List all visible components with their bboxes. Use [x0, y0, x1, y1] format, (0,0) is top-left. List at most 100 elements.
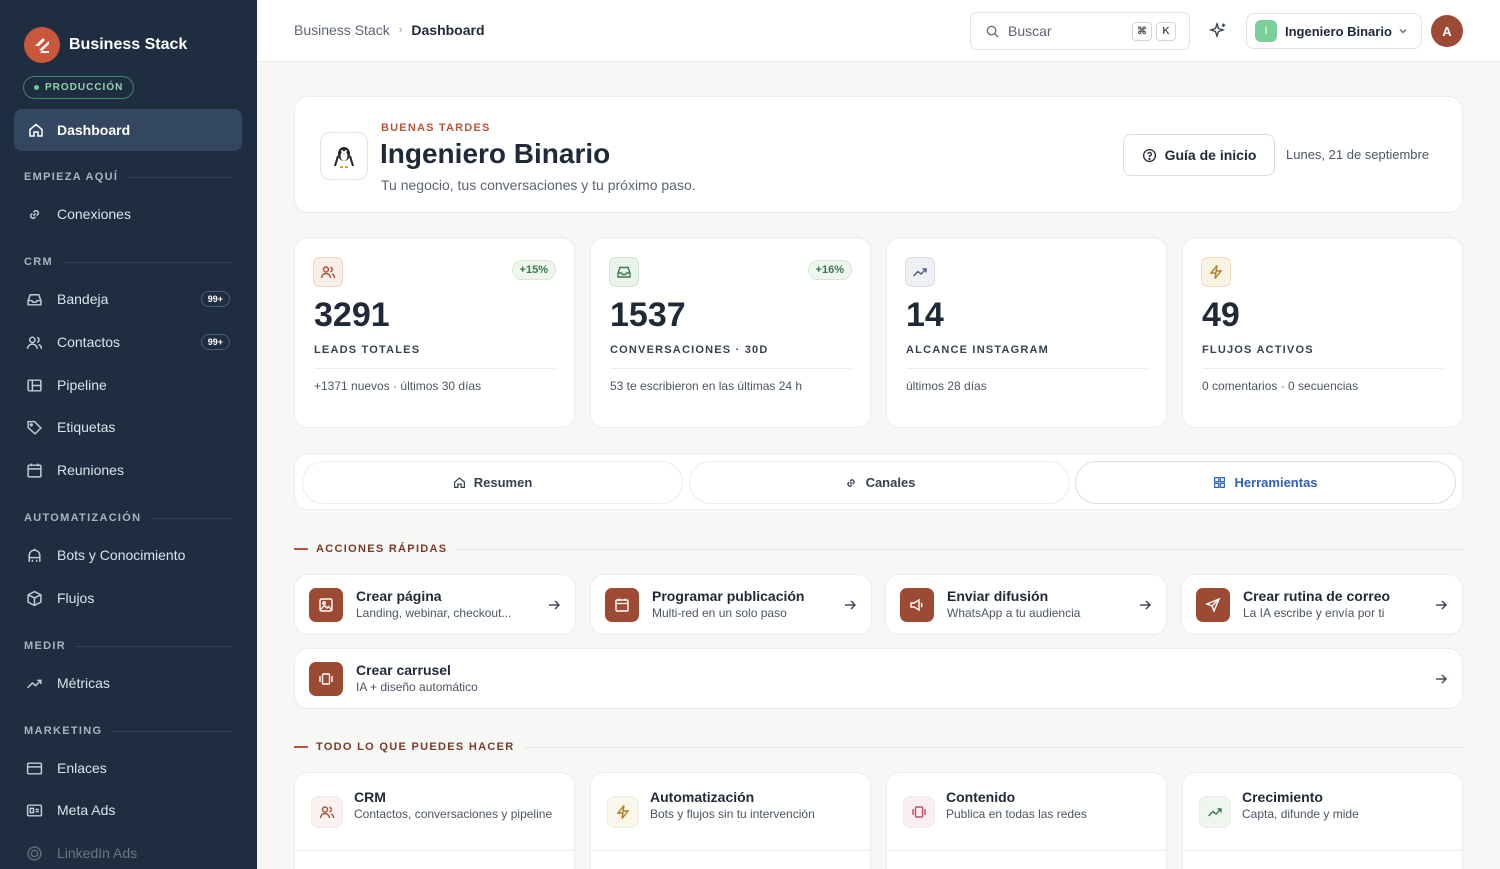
action-title: Crear carrusel	[356, 662, 451, 678]
trending-icon	[27, 679, 42, 688]
divider	[1202, 368, 1443, 369]
view-tabs: Resumen Canales Herramientas	[294, 453, 1463, 510]
sidebar-item-reuniones[interactable]: Reuniones	[26, 458, 232, 482]
section-medir: MEDIR	[24, 640, 232, 652]
top-bar: Business Stack › Dashboard Buscar ⌘ K I …	[257, 0, 1500, 62]
stat-card-flujos[interactable]: 49 FLUJOS ACTIVOS 0 comentarios · 0 secu…	[1182, 237, 1463, 428]
sidebar-item-pipeline[interactable]: Pipeline	[26, 373, 232, 397]
help-circle-icon	[1142, 148, 1156, 162]
feature-card-crecimiento[interactable]: Crecimiento Capta, difunde y mide	[1182, 772, 1463, 869]
stat-label: LEADS TOTALES	[314, 344, 421, 356]
brand-logo-icon	[24, 27, 60, 63]
guide-button[interactable]: Guía de inicio	[1123, 134, 1275, 176]
feature-subtitle: Bots y flujos sin tu intervención	[650, 807, 815, 821]
feature-subtitle: Publica en todas las redes	[946, 807, 1087, 821]
arrow-right-icon	[845, 600, 856, 610]
workspace-name: Ingeniero Binario	[1285, 23, 1392, 39]
divider	[591, 850, 870, 851]
action-enviar-difusion[interactable]: Enviar difusión WhatsApp a tu audiencia	[885, 574, 1167, 635]
sidebar-item-label: Bots y Conocimiento	[57, 547, 186, 563]
action-title: Programar publicación	[652, 588, 805, 604]
action-crear-carrusel[interactable]: Crear carrusel IA + diseño automático	[294, 648, 1463, 709]
action-crear-rutina-correo[interactable]: Crear rutina de correo La IA escribe y e…	[1181, 574, 1463, 635]
section-title: TODO LO QUE PUEDES HACER	[316, 741, 515, 753]
tab-label: Resumen	[473, 475, 533, 490]
breadcrumb-root[interactable]: Business Stack	[294, 22, 390, 38]
sidebar-item-meta-ads[interactable]: Meta Ads	[26, 798, 232, 822]
stat-label: FLUJOS ACTIVOS	[1202, 344, 1314, 356]
divider	[314, 368, 555, 369]
feature-card-crm[interactable]: CRM Contactos, conversaciones y pipeline	[294, 772, 575, 869]
count-badge: 99+	[200, 334, 230, 350]
sidebar-item-enlaces[interactable]: Enlaces	[26, 756, 232, 780]
grid-icon	[1214, 477, 1226, 488]
brand[interactable]: Business Stack	[24, 27, 187, 63]
guide-button-label: Guía de inicio	[1164, 147, 1257, 163]
stat-card-conversaciones[interactable]: +16% 1537 CONVERSACIONES · 30D 53 te esc…	[590, 237, 871, 428]
tab-label: Canales	[865, 475, 916, 490]
divider	[610, 368, 851, 369]
environment-label: PRODUCCIÓN	[45, 82, 124, 93]
bolt-icon	[607, 796, 639, 828]
sidebar-item-linkedin-ads[interactable]: LinkedIn Ads	[26, 841, 232, 865]
action-title: Crear rutina de correo	[1243, 588, 1391, 604]
search-placeholder: Buscar	[1008, 23, 1052, 39]
environment-badge: PRODUCCIÓN	[23, 76, 135, 99]
inbox-icon	[609, 257, 639, 287]
users-icon	[26, 335, 43, 349]
feature-card-contenido[interactable]: Contenido Publica en todas las redes	[886, 772, 1167, 869]
pipeline-icon	[27, 378, 42, 392]
divider	[524, 746, 1464, 748]
delta-badge: +15%	[511, 260, 556, 280]
sparkle-icon[interactable]	[1209, 21, 1229, 41]
sidebar-item-bots[interactable]: Bots y Conocimiento	[26, 543, 232, 567]
shortcut-key: ⌘	[1132, 22, 1152, 41]
sidebar-item-label: Conexiones	[57, 206, 131, 222]
action-subtitle: La IA escribe y envía por ti	[1243, 606, 1385, 620]
user-avatar[interactable]: A	[1431, 15, 1463, 47]
section-label: MARKETING	[24, 725, 103, 737]
sidebar-item-bandeja[interactable]: Bandeja 99+	[26, 287, 232, 311]
tab-canales[interactable]: Canales	[689, 461, 1070, 504]
section-label: AUTOMATIZACIÓN	[24, 512, 142, 524]
count-badge: 99+	[200, 291, 230, 307]
sidebar-item-label: Métricas	[57, 675, 110, 691]
feature-card-automatizacion[interactable]: Automatización Bots y flujos sin tu inte…	[590, 772, 871, 869]
inbox-icon	[27, 293, 42, 306]
sidebar-item-conexiones[interactable]: Conexiones	[26, 202, 232, 226]
home-icon	[29, 123, 43, 137]
sidebar-item-etiquetas[interactable]: Etiquetas	[26, 415, 232, 439]
action-crear-pagina[interactable]: Crear página Landing, webinar, checkout.…	[294, 574, 576, 635]
breadcrumb-separator: ›	[398, 24, 403, 36]
stat-card-instagram[interactable]: 14 ALCANCE INSTAGRAM últimos 28 días	[886, 237, 1167, 428]
page-title: Ingeniero Binario	[380, 138, 611, 169]
trending-icon	[905, 257, 935, 287]
greeting: BUENAS TARDES	[381, 122, 491, 134]
sidebar-item-contactos[interactable]: Contactos 99+	[26, 330, 232, 354]
stat-note: últimos 28 días	[906, 379, 987, 393]
link-icon	[846, 478, 855, 487]
tab-herramientas[interactable]: Herramientas	[1075, 461, 1456, 504]
stat-value: 3291	[314, 296, 390, 334]
feature-title: Automatización	[650, 789, 755, 805]
workspace-switcher[interactable]: I Ingeniero Binario	[1246, 13, 1422, 49]
action-programar-publicacion[interactable]: Programar publicación Multi-red en un so…	[590, 574, 872, 635]
search-input[interactable]: Buscar ⌘ K	[970, 12, 1190, 50]
trending-icon	[1199, 796, 1231, 828]
divider	[128, 176, 232, 178]
sidebar-item-metricas[interactable]: Métricas	[26, 671, 232, 695]
tab-resumen[interactable]: Resumen	[302, 461, 683, 504]
sidebar-item-flujos[interactable]: Flujos	[26, 586, 232, 610]
section-marketing: MARKETING	[24, 725, 232, 737]
section-label: MEDIR	[24, 640, 66, 652]
stat-card-leads[interactable]: +15% 3291 LEADS TOTALES +1371 nuevos · ú…	[294, 237, 575, 428]
calendar-icon	[27, 463, 42, 478]
action-title: Enviar difusión	[947, 588, 1049, 604]
feature-title: CRM	[354, 789, 386, 805]
feature-subtitle: Contactos, conversaciones y pipeline	[354, 807, 553, 821]
sidebar-item-dashboard[interactable]: Dashboard	[14, 109, 242, 151]
welcome-card: BUENAS TARDES Ingeniero Binario Tu negoc…	[294, 96, 1463, 213]
breadcrumb-current: Dashboard	[411, 22, 485, 38]
sidebar-item-label: LinkedIn Ads	[57, 845, 138, 861]
penguin-icon	[320, 132, 368, 180]
